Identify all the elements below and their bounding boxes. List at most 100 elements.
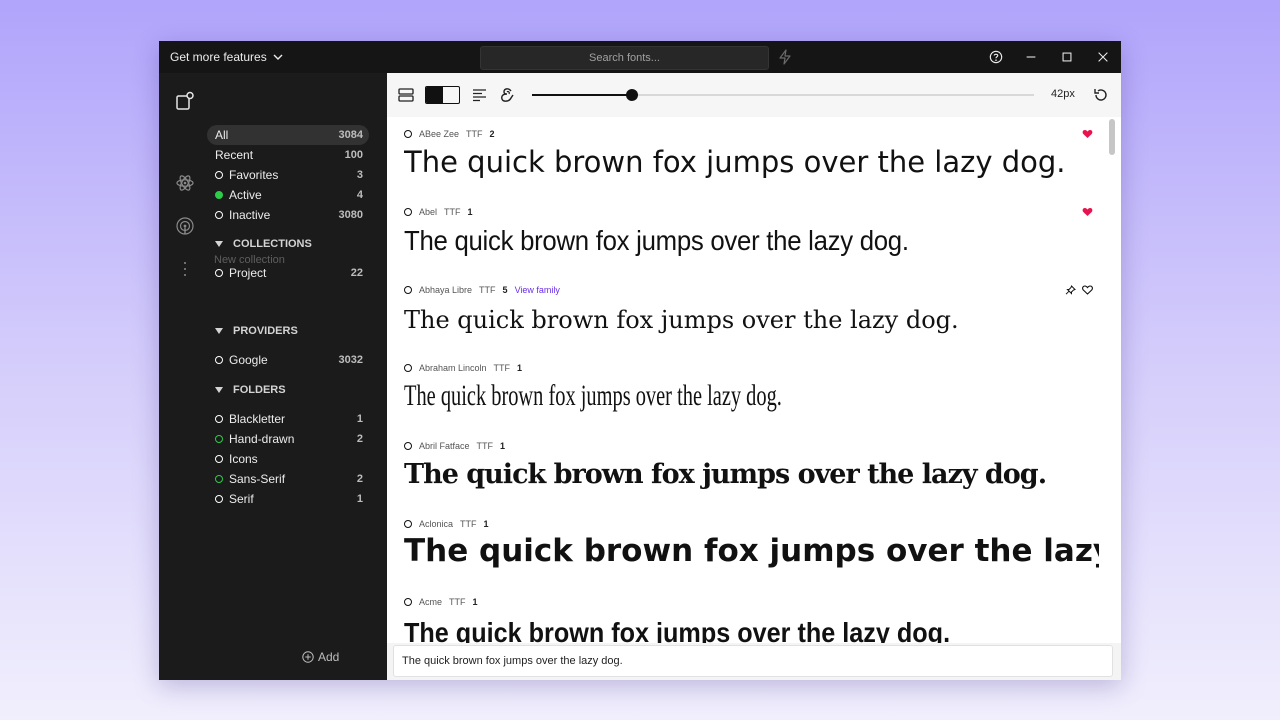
app-window: Get more features Search fonts... All 30… [159, 41, 1121, 680]
font-style-count: 5 [502, 285, 508, 295]
sidebar-item-serif[interactable]: Serif 1 [207, 489, 369, 509]
heart-outline-icon[interactable] [1082, 285, 1093, 295]
scrollbar-thumb[interactable] [1109, 119, 1115, 155]
activate-toggle[interactable] [404, 286, 412, 294]
glyph-icon[interactable] [498, 86, 516, 104]
font-row[interactable]: Abril Fatface TTF 1 The quick brown fox … [387, 429, 1107, 507]
providers-heading[interactable]: PROVIDERS [215, 323, 298, 339]
maximize-icon[interactable] [1059, 49, 1075, 65]
broadcast-icon[interactable] [175, 216, 195, 236]
font-row[interactable]: ABee Zee TTF 2 The quick brown fox jumps… [387, 117, 1107, 195]
sidebar-item-project[interactable]: Project 22 [207, 263, 369, 283]
font-format: TTF [476, 441, 494, 451]
sidebar-item-active[interactable]: Active 4 [207, 185, 369, 205]
view-family-link[interactable]: View family [515, 285, 560, 295]
font-style-count: 1 [517, 363, 523, 373]
library-icon[interactable] [175, 91, 195, 111]
heart-filled-icon[interactable] [1082, 207, 1093, 217]
sidebar-item-label: Google [229, 353, 268, 367]
status-dot [215, 191, 223, 199]
new-collection-button[interactable]: New collection [214, 254, 285, 266]
font-format: TTF [479, 285, 496, 295]
status-dot [215, 211, 223, 219]
collections-heading[interactable]: COLLECTIONS [215, 236, 312, 252]
lightning-icon[interactable] [778, 49, 792, 65]
sidebar-item-favorites[interactable]: Favorites 3 [207, 165, 369, 185]
activate-toggle[interactable] [404, 442, 412, 450]
sidebar-item-google[interactable]: Google 3032 [207, 350, 369, 370]
font-row[interactable]: Abel TTF 1 The quick brown fox jumps ove… [387, 195, 1107, 273]
sidebar: All 3084 Recent 100 Favorites 3 Active 4… [205, 73, 387, 680]
font-meta: Abhaya Libre TTF 5 View family [404, 285, 560, 295]
activate-toggle[interactable] [404, 598, 412, 606]
add-label: Add [318, 650, 340, 664]
help-icon[interactable] [988, 49, 1004, 65]
pin-icon[interactable] [1065, 285, 1076, 295]
icon-rail [159, 73, 205, 680]
reset-icon[interactable] [1092, 86, 1110, 104]
font-row[interactable]: Abhaya Libre TTF 5 View family The quick… [387, 273, 1107, 351]
font-row[interactable]: Acme TTF 1 The quick brown fox jumps ove… [387, 585, 1107, 643]
toolbar: 42px [387, 73, 1121, 117]
theme-toggle[interactable] [425, 86, 460, 104]
size-slider-track[interactable] [532, 94, 1034, 96]
sidebar-item-recent[interactable]: Recent 100 [207, 145, 369, 165]
get-more-features-button[interactable]: Get more features [170, 50, 283, 64]
font-format: TTF [449, 597, 466, 607]
atom-icon[interactable] [175, 173, 195, 193]
sidebar-item-inactive[interactable]: Inactive 3080 [207, 205, 369, 225]
status-dot [215, 475, 223, 483]
add-button[interactable]: Add [302, 650, 339, 664]
sidebar-item-all[interactable]: All 3084 [207, 125, 369, 145]
sidebar-item-hand-drawn[interactable]: Hand-drawn 2 [207, 429, 369, 449]
font-row[interactable]: Aclonica TTF 1 The quick brown fox jumps… [387, 507, 1107, 585]
font-name: Acme [419, 597, 443, 607]
status-dot [215, 415, 223, 423]
search-input[interactable]: Search fonts... [480, 46, 769, 70]
sidebar-item-count: 1 [356, 493, 363, 505]
row-actions [1082, 207, 1093, 217]
font-meta: Acme TTF 1 [404, 597, 478, 607]
align-left-icon[interactable] [471, 86, 489, 104]
font-style-count: 1 [500, 441, 506, 451]
preview-text-input[interactable]: The quick brown fox jumps over the lazy … [393, 645, 1113, 677]
font-format: TTF [466, 129, 483, 139]
size-slider-handle[interactable] [626, 89, 639, 101]
activate-toggle[interactable] [404, 208, 412, 216]
font-style-count: 1 [472, 597, 478, 607]
minimize-icon[interactable] [1023, 49, 1039, 65]
activate-toggle[interactable] [404, 130, 412, 138]
section-heading-label: PROVIDERS [233, 325, 298, 337]
row-actions [1082, 129, 1093, 139]
sidebar-item-label: Sans-Serif [229, 472, 286, 486]
font-row[interactable]: Abraham Lincoln TTF 1 The quick brown fo… [387, 351, 1107, 429]
sidebar-item-label: Project [229, 266, 267, 280]
sidebar-item-sans-serif[interactable]: Sans-Serif 2 [207, 469, 369, 489]
section-heading-label: FOLDERS [233, 384, 286, 396]
folders-heading[interactable]: FOLDERS [215, 382, 286, 398]
sidebar-item-count: 2 [356, 473, 363, 485]
font-meta: Aclonica TTF 1 [404, 519, 489, 529]
view-rows-icon[interactable] [397, 86, 415, 104]
chevron-down-icon [273, 54, 283, 60]
size-slider-fill [532, 94, 633, 96]
activate-toggle[interactable] [404, 520, 412, 528]
sidebar-item-label: Serif [229, 492, 254, 506]
font-name: Abril Fatface [419, 441, 470, 451]
font-format: TTF [460, 519, 477, 529]
sidebar-item-blackletter[interactable]: Blackletter 1 [207, 409, 369, 429]
more-options-icon[interactable] [175, 259, 195, 279]
activate-toggle[interactable] [404, 364, 412, 372]
heart-filled-icon[interactable] [1082, 129, 1093, 139]
sidebar-item-count: 3080 [338, 209, 363, 221]
font-meta: Abraham Lincoln TTF 1 [404, 363, 522, 373]
sidebar-item-icons[interactable]: Icons [207, 449, 369, 469]
sidebar-item-label: Recent [215, 148, 254, 162]
section-heading-label: COLLECTIONS [233, 238, 312, 250]
triangle-down-icon [215, 387, 223, 393]
font-list: ABee Zee TTF 2 The quick brown fox jumps… [387, 117, 1107, 643]
font-style-count: 2 [489, 129, 495, 139]
close-icon[interactable] [1095, 49, 1111, 65]
sidebar-item-count: 1 [356, 413, 363, 425]
sidebar-item-count: 22 [350, 267, 363, 279]
